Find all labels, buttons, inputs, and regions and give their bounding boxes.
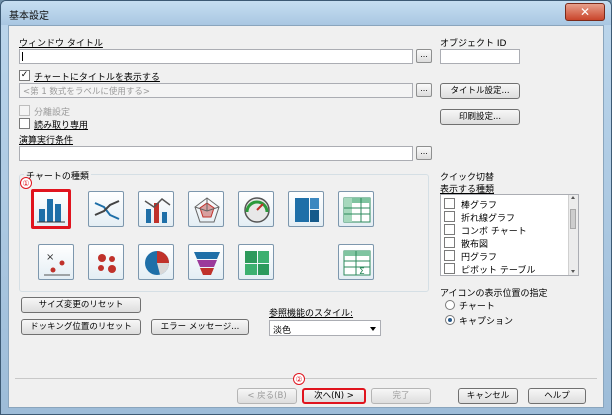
block-chart-icon bbox=[295, 198, 319, 222]
annotation-marker-1: ① bbox=[20, 177, 32, 189]
calc-condition-label: 演算実行条件 bbox=[19, 136, 74, 146]
title-settings-button[interactable]: タイトル設定... bbox=[440, 83, 520, 99]
quick-change-list[interactable]: 棒グラフ 折れ線グラフ コンボ チャート 散布図 円グラフ ピボット テーブル bbox=[440, 194, 579, 276]
readonly-checkbox[interactable] bbox=[19, 118, 30, 129]
reference-style-select[interactable]: 淡色 bbox=[269, 320, 381, 336]
reset-docking-button[interactable]: ドッキング位置のリセット bbox=[21, 319, 141, 335]
scroll-down-icon[interactable] bbox=[571, 270, 575, 273]
finish-button[interactable]: 完了 bbox=[371, 388, 431, 404]
reset-size-button[interactable]: サイズ変更のリセット bbox=[21, 297, 141, 313]
line-chart-option[interactable] bbox=[88, 191, 124, 227]
bar-chart-icon bbox=[37, 199, 65, 223]
next-button[interactable]: 次へ(N) > bbox=[302, 388, 366, 404]
calc-condition-input[interactable] bbox=[19, 146, 413, 161]
scroll-thumb[interactable] bbox=[570, 209, 576, 229]
radar-chart-option[interactable] bbox=[188, 191, 224, 227]
chart-type-group-label: チャートの種類 bbox=[24, 169, 91, 182]
funnel-chart-icon bbox=[194, 252, 220, 275]
icon-position-chart-label: チャート bbox=[459, 302, 495, 312]
list-item-checkbox[interactable] bbox=[444, 263, 455, 274]
reference-style-value: 淡色 bbox=[273, 326, 292, 336]
icon-position-caption-label: キャプション bbox=[459, 317, 514, 327]
icon-position-chart-radio[interactable] bbox=[445, 300, 455, 310]
detach-checkbox[interactable] bbox=[19, 105, 30, 116]
readonly-label: 読み取り専用 bbox=[34, 121, 89, 131]
combo-chart-icon bbox=[144, 198, 171, 223]
list-item-checkbox[interactable] bbox=[444, 237, 455, 248]
gauge-chart-icon bbox=[244, 197, 270, 223]
list-item-checkbox[interactable] bbox=[444, 224, 455, 235]
list-item-checkbox[interactable] bbox=[444, 198, 455, 209]
show-title-label: チャートにタイトルを表示する bbox=[34, 73, 160, 83]
list-scrollbar[interactable] bbox=[568, 195, 578, 275]
object-id-input[interactable] bbox=[440, 49, 520, 64]
dialog-body: ウィンドウ タイトル ... オブジェクト ID ✓ チャートにタイトルを表示す… bbox=[8, 25, 604, 408]
scroll-up-icon[interactable] bbox=[571, 196, 575, 199]
pie-chart-option[interactable] bbox=[138, 244, 174, 280]
annotation-marker-2: ② bbox=[293, 373, 305, 385]
icon-position-label: アイコンの表示位置の指定 bbox=[440, 289, 548, 299]
check-mark-icon: ✓ bbox=[20, 70, 29, 80]
block-chart-option[interactable] bbox=[288, 191, 324, 227]
funnel-chart-option[interactable] bbox=[188, 244, 224, 280]
show-title-checkbox[interactable]: ✓ bbox=[19, 70, 30, 81]
combo-chart-option[interactable] bbox=[138, 191, 174, 227]
reference-style-label: 参照機能のスタイル: bbox=[269, 309, 354, 319]
cancel-button[interactable]: キャンセル bbox=[458, 388, 518, 404]
window-title-input[interactable] bbox=[19, 49, 413, 64]
pie-chart-icon bbox=[145, 251, 169, 275]
close-button[interactable]: ✕ bbox=[565, 3, 605, 21]
gauge-chart-option[interactable] bbox=[238, 191, 274, 227]
svg-text:Σ: Σ bbox=[359, 267, 365, 277]
print-settings-button[interactable]: 印刷設定... bbox=[440, 109, 520, 125]
back-button[interactable]: < 戻る(B) bbox=[237, 388, 297, 404]
chart-title-placeholder: <第 1 数式をラベルに使用する> bbox=[23, 87, 151, 97]
scatter-chart-option[interactable]: × bbox=[38, 244, 74, 280]
footer-separator bbox=[15, 378, 597, 379]
list-item-checkbox[interactable] bbox=[444, 250, 455, 261]
icon-position-caption-radio[interactable] bbox=[445, 315, 455, 325]
pivot-table-icon bbox=[343, 197, 371, 223]
detach-label: 分離設定 bbox=[34, 108, 71, 118]
window-title-expression-button[interactable]: ... bbox=[416, 49, 432, 63]
window-title: 基本設定 bbox=[9, 11, 49, 22]
straight-table-icon: Σ bbox=[343, 250, 371, 277]
dropdown-arrow-icon[interactable] bbox=[370, 327, 376, 331]
chart-title-expression-button[interactable]: ... bbox=[416, 83, 432, 97]
svg-text:×: × bbox=[46, 252, 54, 263]
help-button[interactable]: ヘルプ bbox=[528, 388, 586, 404]
mekko-chart-icon bbox=[245, 251, 269, 275]
grid-chart-option[interactable] bbox=[88, 244, 124, 280]
object-id-label: オブジェクト ID bbox=[440, 39, 507, 49]
dialog-window: 基本設定 ✕ ウィンドウ タイトル ... オブジェクト ID ✓ チャートにタ… bbox=[0, 0, 612, 415]
scatter-chart-icon: × bbox=[44, 252, 70, 276]
list-item-checkbox[interactable] bbox=[444, 211, 455, 222]
bar-chart-option[interactable] bbox=[31, 189, 71, 229]
straight-table-option[interactable]: Σ bbox=[338, 244, 374, 280]
window-title-label: ウィンドウ タイトル bbox=[19, 39, 103, 49]
calc-condition-expression-button[interactable]: ... bbox=[416, 146, 432, 160]
mekko-chart-option[interactable] bbox=[238, 244, 274, 280]
line-chart-icon bbox=[94, 200, 120, 220]
title-bar[interactable]: 基本設定 ✕ bbox=[1, 1, 611, 25]
radar-chart-icon bbox=[194, 197, 220, 223]
text-caret bbox=[22, 52, 23, 61]
error-message-button[interactable]: エラー メッセージ... bbox=[151, 319, 249, 335]
pivot-table-option[interactable] bbox=[338, 191, 374, 227]
grid-chart-icon bbox=[98, 254, 116, 273]
chart-title-input[interactable]: <第 1 数式をラベルに使用する> bbox=[19, 83, 413, 98]
